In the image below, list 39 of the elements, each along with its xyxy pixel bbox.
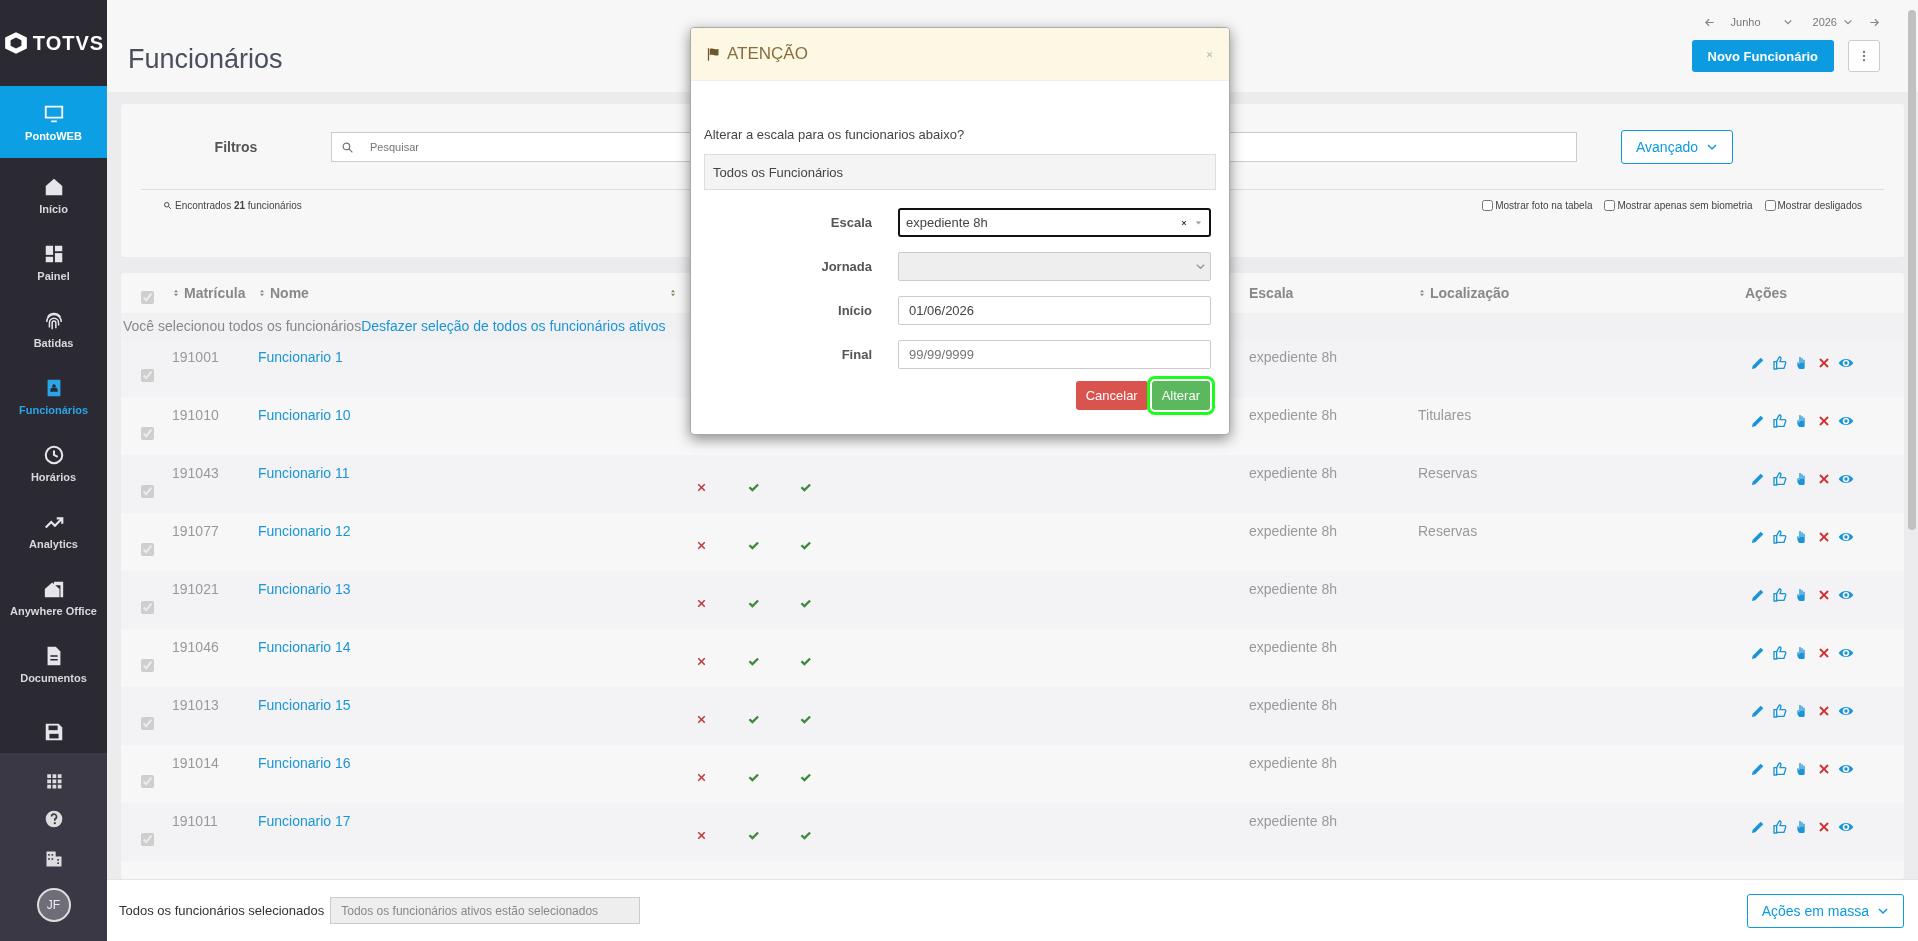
table-cell-text: 191046 [172,638,220,655]
table-cell-text: 191014 [172,754,220,771]
field-label: Início [837,303,872,318]
dialog-title: ATENÇÃO [727,44,808,64]
table-cell-text: expediente 8h [1249,464,1338,481]
table-cell-text: expediente 8h [1249,580,1338,597]
field-label: Jornada [820,259,872,274]
table-cell-text: 191077 [172,522,220,539]
table-cell-text: 191043 [172,464,220,481]
table-cell: Reservas [1418,523,1478,539]
selection-label: Todos os funcionários selecionados [119,903,325,918]
selection-summary: Todos os Funcionários [704,154,1216,190]
field-label: Final [840,347,872,362]
table-cell-text: 191013 [172,696,220,713]
table-cell-text: expediente 8h [1249,696,1338,713]
table-cell-text: expediente 8h [1249,406,1338,423]
table-cell-text: expediente 8h [1249,638,1338,655]
dialog-question: Alterar a escala para os funcionarios abaixo? [704,127,966,142]
table-cell-text: 191010 [172,406,220,423]
table-cell-text: 191001 [172,348,220,365]
table-cell-text: 191021 [172,580,220,597]
page-title: Funcionários [128,44,283,76]
checkbox-label: Mostrar apenas sem biometria [1617,199,1753,211]
column-header: Escala [1249,285,1294,301]
table-cell-text: expediente 8h [1249,348,1338,365]
column-header: Ações [1745,285,1788,301]
table-cell-text: expediente 8h [1249,754,1338,771]
table-cell: Reservas [1418,465,1478,481]
checkbox-label: Mostrar foto na tabela [1495,199,1593,211]
result-count: Encontrados 21 funcionários [175,199,302,211]
table-cell-text: expediente 8h [1249,812,1338,829]
table-cell: Titulares [1418,407,1472,423]
field-label: Escala [829,215,872,230]
logo: TOTVS [32,31,105,55]
table-cell-text: 191011 [172,812,219,829]
table-cell-text: expediente 8h [1249,522,1338,539]
selection-notice: Você selecionou todos os funcionários [123,318,362,334]
filter-label: Filtros [213,138,259,155]
checkbox-label: Mostrar desligados [1777,199,1862,211]
